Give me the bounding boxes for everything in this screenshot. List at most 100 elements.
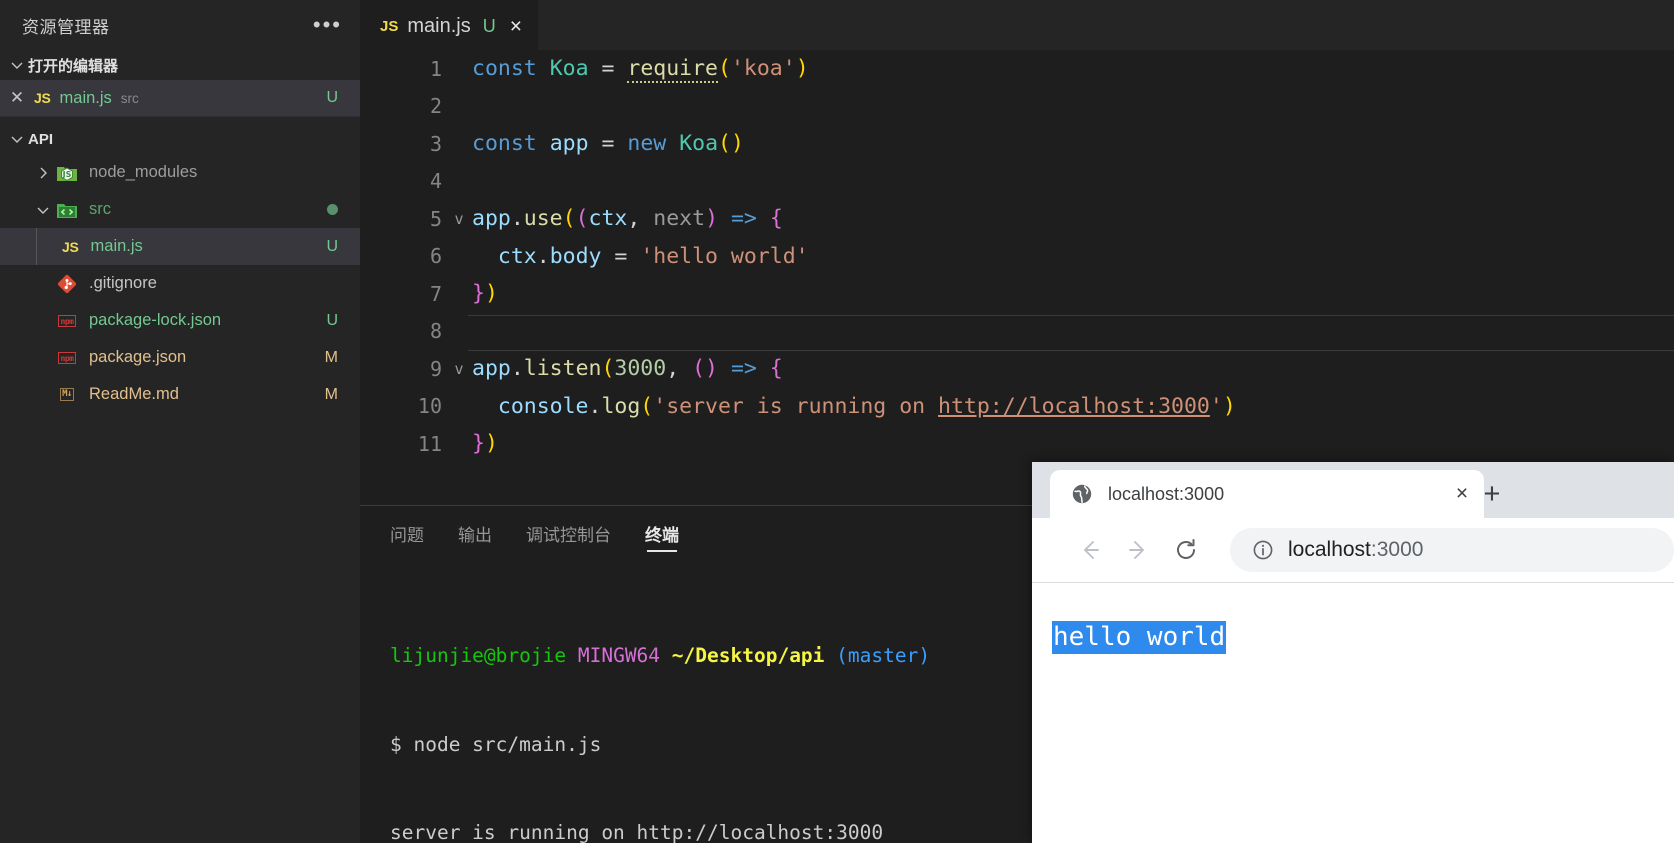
- node-folder-icon: JS: [54, 162, 80, 184]
- terminal-stdout: server is running on http://localhost:30…: [390, 821, 884, 843]
- tree-item-label: node_modules: [89, 163, 198, 181]
- address-bar[interactable]: localhost:3000: [1230, 528, 1674, 572]
- browser-tab-localhost[interactable]: localhost:3000 ×: [1050, 470, 1484, 518]
- code-text: console.log('server is running on http:/…: [497, 393, 1236, 419]
- tree-item-gitignore[interactable]: .gitignore: [0, 265, 360, 302]
- code-line: 1 const Koa = require('koa'): [360, 50, 1674, 88]
- code-line: 9 v app.listen(3000, () => {: [360, 350, 1674, 388]
- tree-item-package-lock-json[interactable]: npm package-lock.json U: [0, 302, 360, 339]
- code-text: const app = new Koa(): [472, 131, 744, 157]
- svg-text:JS: JS: [62, 170, 72, 179]
- code-line: 3 const app = new Koa(): [360, 125, 1674, 163]
- line-number: 4: [429, 169, 442, 194]
- tab-terminal[interactable]: 终端: [645, 506, 679, 560]
- url-host: localhost: [1288, 538, 1371, 561]
- status-dot-icon: [327, 204, 338, 215]
- js-file-icon: JS: [34, 90, 51, 106]
- tree-item-label: main.js: [90, 237, 143, 255]
- back-button[interactable]: [1066, 526, 1114, 574]
- markdown-file-icon: M↓: [54, 384, 80, 406]
- tab-label: main.js: [407, 14, 471, 37]
- src-folder-icon: [54, 199, 80, 221]
- line-number: 9: [429, 356, 442, 381]
- status-badge: U: [326, 237, 338, 255]
- tab-main-js[interactable]: JS main.js U ×: [360, 0, 538, 51]
- close-icon[interactable]: ×: [510, 16, 522, 37]
- status-badge: U: [326, 311, 338, 329]
- tab-problems[interactable]: 问题: [390, 506, 424, 560]
- indent-guide: [36, 228, 37, 265]
- open-editor-folder: src: [120, 90, 139, 106]
- tree-item-label: ReadMe.md: [89, 385, 179, 403]
- tree-item-main-js[interactable]: JS main.js U: [0, 228, 360, 265]
- sidebar-header: 资源管理器 •••: [0, 0, 360, 50]
- code-line: 6 ctx.body = 'hello world': [360, 238, 1674, 276]
- tree-item-package-json[interactable]: npm package.json M: [0, 339, 360, 376]
- line-number: 10: [417, 394, 442, 419]
- line-number: 6: [429, 244, 442, 269]
- address-bar-text: localhost:3000: [1288, 538, 1423, 562]
- terminal-user-host: lijunjie@brojie: [390, 644, 567, 667]
- tree-item-label: package-lock.json: [89, 311, 222, 329]
- globe-icon: [1070, 482, 1094, 506]
- code-text: }): [472, 431, 498, 457]
- fold-gutter[interactable]: v: [446, 360, 472, 378]
- browser-tab-title: localhost:3000: [1108, 483, 1225, 504]
- code-text: app.use((ctx, next) => {: [472, 206, 783, 232]
- ellipsis-icon[interactable]: •••: [313, 14, 342, 36]
- current-line-highlight: [468, 314, 1674, 351]
- npm-file-icon: npm: [54, 310, 80, 332]
- code-line: 11 }): [360, 425, 1674, 463]
- code-text: app.listen(3000, () => {: [472, 356, 783, 382]
- close-icon[interactable]: ✕: [0, 88, 34, 108]
- chevron-down-icon: [32, 199, 54, 221]
- info-circle-icon[interactable]: [1248, 535, 1278, 565]
- code-line: 2: [360, 88, 1674, 126]
- line-number: 8: [429, 319, 442, 344]
- section-workspace-api[interactable]: API: [0, 124, 360, 154]
- code-text: ctx.body = 'hello world': [497, 243, 809, 269]
- forward-button[interactable]: [1114, 526, 1162, 574]
- tree-item-src[interactable]: src: [0, 191, 360, 228]
- line-number: 7: [429, 281, 442, 306]
- status-badge: U: [326, 89, 338, 106]
- reload-button[interactable]: [1162, 526, 1210, 574]
- tab-output[interactable]: 输出: [458, 506, 492, 560]
- git-file-icon: [54, 273, 80, 295]
- line-number: 5: [429, 206, 442, 231]
- code-text: const Koa = require('koa'): [472, 56, 809, 84]
- terminal-shell: MINGW64: [577, 644, 661, 667]
- browser-page-content[interactable]: hello world: [1032, 583, 1674, 843]
- tree-item-readme-md[interactable]: M↓ ReadMe.md M: [0, 376, 360, 413]
- code-text: }): [472, 281, 498, 307]
- tab-debug-console[interactable]: 调试控制台: [526, 506, 611, 560]
- line-number: 3: [429, 131, 442, 156]
- line-number: 11: [417, 431, 442, 456]
- js-file-icon: JS: [380, 17, 399, 35]
- code-editor[interactable]: 1 const Koa = require('koa') 2 3 const a…: [360, 50, 1674, 505]
- vscode-window: 资源管理器 ••• 打开的编辑器 ✕ JS main.js src U API: [0, 0, 1674, 843]
- url-link[interactable]: http://localhost:3000: [938, 394, 1210, 419]
- npm-file-icon: npm: [54, 347, 80, 369]
- code-line: 8: [360, 313, 1674, 351]
- js-file-icon: JS: [62, 238, 79, 255]
- tree-item-label: package.json: [89, 348, 187, 366]
- terminal-cwd: ~/Desktop/api: [671, 644, 825, 667]
- new-tab-button[interactable]: +: [1472, 474, 1512, 514]
- section-open-editors[interactable]: 打开的编辑器: [0, 50, 360, 80]
- terminal-command: node src/main.js: [413, 732, 602, 756]
- tree-item-label: src: [89, 200, 111, 218]
- line-number: 1: [429, 56, 442, 81]
- chevron-right-icon: [32, 162, 54, 184]
- tree-item-label: .gitignore: [89, 274, 157, 292]
- fold-gutter[interactable]: v: [446, 210, 472, 228]
- browser-toolbar: localhost:3000: [1032, 518, 1674, 583]
- tree-item-node-modules[interactable]: JS node_modules: [0, 154, 360, 191]
- code-line: 10 console.log('server is running on htt…: [360, 388, 1674, 426]
- open-editor-item-main-js[interactable]: ✕ JS main.js src U: [0, 80, 360, 117]
- url-port: :3000: [1370, 538, 1424, 561]
- code-line: 5 v app.use((ctx, next) => {: [360, 200, 1674, 238]
- page-title: 资源管理器: [22, 17, 110, 37]
- open-editor-name: main.js: [59, 88, 112, 107]
- chevron-down-icon: [6, 128, 28, 150]
